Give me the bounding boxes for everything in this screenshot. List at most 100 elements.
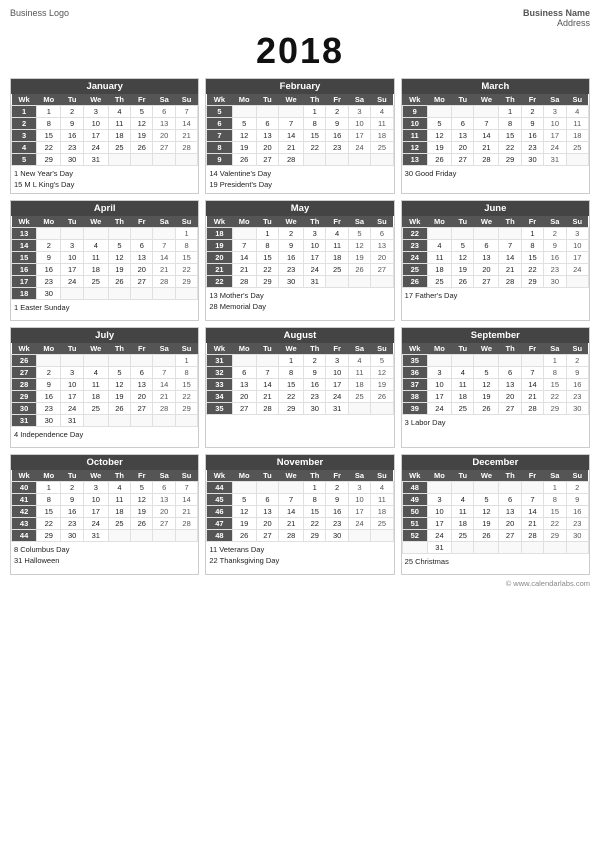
day-cell: 11	[371, 118, 393, 130]
day-cell: 16	[37, 263, 61, 275]
col-header-su: Su	[566, 343, 588, 355]
col-header-th: Th	[108, 216, 130, 228]
day-cell: 3	[83, 106, 108, 118]
day-cell: 10	[427, 505, 451, 517]
week-number: 5	[207, 106, 232, 118]
day-cell: 16	[326, 130, 348, 142]
day-cell: 20	[452, 142, 474, 154]
day-cell	[427, 106, 451, 118]
day-cell: 3	[427, 493, 451, 505]
day-cell: 27	[474, 275, 499, 287]
day-cell: 21	[499, 263, 521, 275]
day-cell: 2	[37, 366, 61, 378]
month-header: January	[11, 79, 198, 94]
week-number: 46	[207, 505, 232, 517]
day-cell: 25	[452, 529, 474, 541]
day-cell	[61, 227, 83, 239]
holidays-section: 17 Father's Day	[402, 288, 589, 308]
month-block-december: DecemberWkMoTuWeThFrSaSu4812493456789501…	[401, 454, 590, 575]
day-cell	[83, 354, 108, 366]
day-cell: 14	[256, 378, 278, 390]
day-cell: 15	[304, 505, 326, 517]
holidays-section: 30 Good Friday	[402, 166, 589, 186]
week-number: 3	[12, 130, 37, 142]
calendar-table: WkMoTuWeThFrSaSu131142345678159101112131…	[11, 216, 198, 300]
day-cell	[521, 541, 543, 553]
day-cell: 15	[37, 505, 61, 517]
day-cell	[131, 227, 153, 239]
day-cell: 22	[544, 390, 566, 402]
day-cell: 26	[474, 529, 499, 541]
day-cell	[175, 414, 197, 426]
day-cell	[37, 354, 61, 366]
day-cell	[153, 227, 175, 239]
day-cell: 19	[232, 142, 256, 154]
day-cell: 11	[108, 118, 130, 130]
day-cell: 27	[153, 142, 175, 154]
day-cell: 16	[566, 505, 588, 517]
day-cell: 1	[279, 354, 304, 366]
week-number: 44	[12, 529, 37, 541]
col-header-sa: Sa	[153, 470, 175, 482]
day-cell: 25	[452, 402, 474, 414]
day-cell: 20	[499, 390, 521, 402]
day-cell	[175, 529, 197, 541]
week-number: 26	[12, 354, 37, 366]
day-cell	[474, 106, 499, 118]
day-cell: 21	[256, 390, 278, 402]
business-address: Address	[523, 18, 590, 28]
day-cell: 28	[153, 275, 175, 287]
top-bar: Business Logo Business Name Address	[10, 8, 590, 28]
day-cell: 6	[371, 227, 393, 239]
day-cell: 27	[371, 263, 393, 275]
col-header-th: Th	[108, 470, 130, 482]
week-number: 52	[402, 529, 427, 541]
day-cell: 31	[544, 154, 566, 166]
day-cell: 1	[256, 227, 278, 239]
col-header-su: Su	[371, 216, 393, 228]
day-cell: 16	[566, 378, 588, 390]
day-cell: 3	[348, 106, 370, 118]
day-cell	[175, 287, 197, 299]
day-cell: 12	[474, 505, 499, 517]
calendar-table: WkMoTuWeThFrSaSu441234455678910114612131…	[206, 470, 393, 542]
day-cell: 2	[566, 481, 588, 493]
day-cell	[153, 354, 175, 366]
day-cell: 3	[61, 239, 83, 251]
col-header-fr: Fr	[131, 94, 153, 106]
day-cell: 7	[153, 366, 175, 378]
day-cell	[131, 354, 153, 366]
day-cell: 3	[427, 366, 451, 378]
day-cell: 13	[131, 378, 153, 390]
day-cell	[427, 481, 451, 493]
day-cell: 17	[544, 130, 566, 142]
day-cell: 23	[326, 517, 348, 529]
month-header: February	[206, 79, 393, 94]
col-header-su: Su	[566, 470, 588, 482]
day-cell: 6	[131, 239, 153, 251]
day-cell	[108, 414, 130, 426]
day-cell: 16	[326, 505, 348, 517]
col-header-wk: Wk	[12, 343, 37, 355]
week-number: 5	[12, 154, 37, 166]
col-header-sa: Sa	[153, 216, 175, 228]
day-cell: 26	[131, 142, 153, 154]
day-cell: 7	[256, 366, 278, 378]
col-header-sa: Sa	[153, 94, 175, 106]
day-cell: 22	[279, 390, 304, 402]
day-cell: 18	[452, 517, 474, 529]
day-cell: 28	[232, 275, 256, 287]
day-cell: 5	[232, 118, 256, 130]
month-block-october: OctoberWkMoTuWeThFrSaSu40123456741891011…	[10, 454, 199, 575]
day-cell: 31	[427, 541, 451, 553]
day-cell: 19	[452, 263, 474, 275]
day-cell	[256, 481, 278, 493]
day-cell: 8	[256, 239, 278, 251]
col-header-fr: Fr	[326, 94, 348, 106]
week-number: 39	[402, 402, 427, 414]
day-cell: 14	[153, 378, 175, 390]
col-header-tu: Tu	[452, 216, 474, 228]
col-header-wk: Wk	[207, 470, 232, 482]
calendar-table: WkMoTuWeThFrSaSu351236345678937101112131…	[402, 343, 589, 415]
day-cell: 11	[326, 239, 348, 251]
